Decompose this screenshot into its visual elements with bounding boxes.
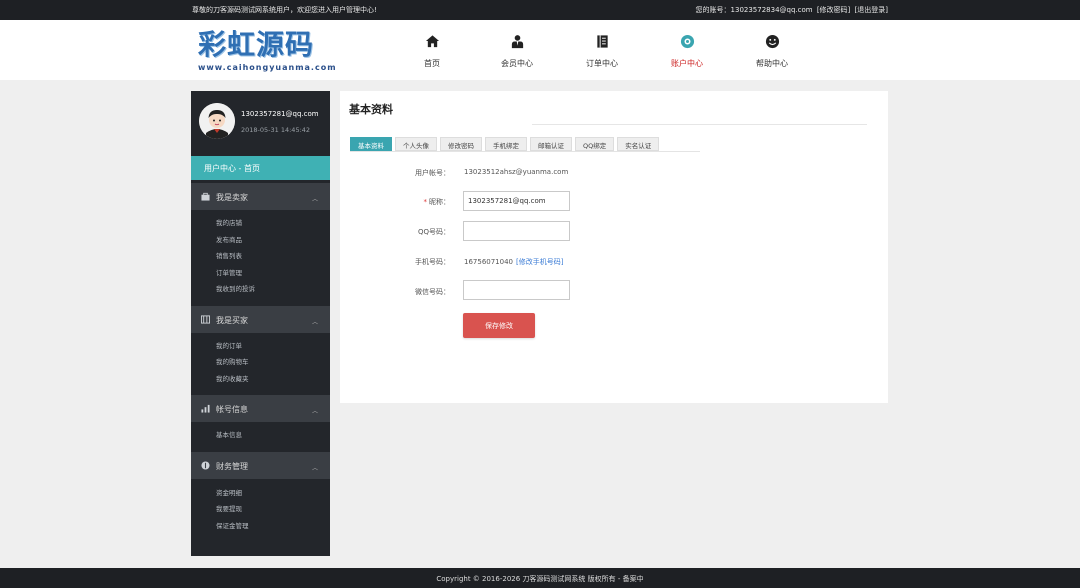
sidebar-item-orders[interactable]: 订单管理 — [216, 267, 330, 284]
nickname-label: * 昵称： — [424, 197, 451, 207]
modify-phone-link[interactable]: [修改手机号码] — [516, 258, 563, 266]
nav-order[interactable]: 订单中心 — [572, 34, 632, 69]
member-icon — [487, 34, 547, 52]
qq-input[interactable] — [463, 221, 570, 241]
chevron-up-icon: ︿ — [311, 318, 318, 326]
sidebar: 1302357281@qq.com 2018-05-31 14:45:42 用户… — [191, 91, 330, 556]
sidebar-section-items: 基本信息 — [191, 422, 330, 452]
logo-url: www.caihongyuanma.com — [198, 63, 337, 72]
sidebar-section-items: 资金明细 我要提现 保证金管理 — [191, 479, 330, 543]
page-title: 基本资料 — [349, 103, 393, 116]
sidebar-item-withdraw[interactable]: 我要提现 — [216, 503, 330, 520]
phone-number: 16756071040 — [464, 258, 513, 266]
chevron-up-icon: ︿ — [311, 464, 318, 472]
chevron-up-icon: ︿ — [311, 408, 318, 415]
site-logo[interactable]: 彩虹源码 www.caihongyuanma.com — [198, 28, 337, 78]
sidebar-section-items: 我的订单 我的购物车 我的收藏夹 — [191, 333, 330, 396]
nickname-input[interactable] — [463, 191, 570, 211]
tab-basic-info[interactable]: 基本资料 — [350, 137, 392, 151]
welcome-text: 尊敬的刀客源码测试网系统用户，欢迎您进入用户管理中心! — [192, 6, 377, 14]
sidebar-item-my-shop[interactable]: 我的店铺 — [216, 217, 330, 234]
nav-order-label: 订单中心 — [586, 59, 618, 68]
sidebar-section-seller[interactable]: 我是卖家 ︿ — [191, 183, 330, 210]
profile-username: 1302357281@qq.com — [241, 110, 319, 118]
nickname-label-text: 昵称： — [429, 198, 450, 206]
tab-qq-bind[interactable]: QQ绑定 — [575, 137, 615, 151]
buyer-icon — [201, 314, 210, 324]
sidebar-section-label: 帐号信息 — [216, 405, 248, 414]
sidebar-section-label: 我是买家 — [216, 315, 248, 325]
sidebar-section-finance[interactable]: 财务管理 ︿ — [191, 451, 330, 479]
sidebar-item-publish[interactable]: 发布商品 — [216, 234, 330, 251]
account-info-icon — [201, 404, 210, 413]
phone-value: 16756071040 [修改手机号码] — [464, 257, 563, 267]
copyright-text: Copyright © 2016-2026 刀客源码测试网系统 版权所有 - 备… — [436, 575, 644, 583]
nav-home[interactable]: 首页 — [402, 34, 462, 69]
sidebar-item-sales[interactable]: 销售列表 — [216, 250, 330, 267]
nav-help[interactable]: 帮助中心 — [742, 34, 802, 69]
divider — [350, 151, 700, 152]
sidebar-item-favorites[interactable]: 我的收藏夹 — [216, 373, 330, 390]
change-password-link[interactable]: [修改密码] — [817, 6, 850, 14]
top-bar: 尊敬的刀客源码测试网系统用户，欢迎您进入用户管理中心! 您的账号：1302357… — [0, 0, 1080, 20]
divider — [532, 124, 867, 125]
sidebar-item-basic-info[interactable]: 基本信息 — [216, 429, 330, 446]
footer: Copyright © 2016-2026 刀客源码测试网系统 版权所有 - 备… — [0, 568, 1080, 588]
avatar[interactable] — [199, 103, 235, 139]
account-label: 您的账号：13023572834@qq.com — [695, 6, 813, 14]
sidebar-item-cart[interactable]: 我的购物车 — [216, 356, 330, 373]
seller-icon — [201, 192, 210, 201]
order-icon — [572, 34, 632, 52]
finance-icon — [201, 460, 210, 470]
nav-account-label: 账户中心 — [671, 59, 703, 68]
account-info: 您的账号：13023572834@qq.com [修改密码] [退出登录] — [694, 5, 888, 15]
sidebar-item-my-orders[interactable]: 我的订单 — [216, 340, 330, 357]
home-icon — [402, 34, 462, 52]
logout-link[interactable]: [退出登录] — [855, 6, 888, 14]
account-icon — [657, 34, 717, 52]
nav-member[interactable]: 会员中心 — [487, 34, 547, 69]
user-profile: 1302357281@qq.com 2018-05-31 14:45:42 — [191, 91, 330, 153]
sidebar-section-account[interactable]: 帐号信息 ︿ — [191, 395, 330, 422]
sidebar-section-buyer[interactable]: 我是买家 ︿ — [191, 305, 330, 333]
nav-account[interactable]: 账户中心 — [657, 34, 717, 69]
sidebar-item-home[interactable]: 用户中心 - 首页 — [191, 156, 330, 180]
sidebar-item-funds[interactable]: 资金明细 — [216, 487, 330, 504]
help-icon — [742, 34, 802, 52]
header: 彩虹源码 www.caihongyuanma.com 首页 会员中心 订单中心 — [0, 20, 1080, 80]
tab-avatar[interactable]: 个人头像 — [395, 137, 437, 151]
sidebar-section-items: 我的店铺 发布商品 销售列表 订单管理 我收到的投诉 — [191, 210, 330, 306]
sidebar-item-deposit[interactable]: 保证金管理 — [216, 520, 330, 537]
profile-login-time: 2018-05-31 14:45:42 — [241, 126, 311, 134]
sidebar-section-label: 我是卖家 — [216, 193, 248, 202]
wechat-input[interactable] — [463, 280, 570, 300]
sidebar-item-complaints[interactable]: 我收到的投诉 — [216, 283, 330, 300]
tab-realname-verify[interactable]: 实名认证 — [617, 137, 660, 151]
nav-home-label: 首页 — [424, 59, 440, 68]
main-panel: 基本资料 基本资料 个人头像 修改密码 手机绑定 邮箱认证 QQ绑定 实名认证 … — [340, 91, 888, 403]
logo-text: 彩虹源码 — [198, 28, 315, 61]
chevron-up-icon: ︿ — [311, 196, 318, 203]
tab-email-verify[interactable]: 邮箱认证 — [530, 137, 572, 151]
tab-change-password[interactable]: 修改密码 — [440, 137, 482, 151]
sidebar-section-label: 财务管理 — [216, 461, 248, 471]
wechat-label: 微信号码： — [415, 288, 450, 296]
nav-member-label: 会员中心 — [501, 59, 533, 68]
qq-label: QQ号码： — [417, 228, 450, 236]
save-button[interactable]: 保存修改 — [463, 313, 535, 338]
tab-bar: 基本资料 个人头像 修改密码 手机绑定 邮箱认证 QQ绑定 实名认证 — [350, 137, 662, 151]
account-label: 用户帐号： — [415, 169, 450, 177]
required-mark: * — [423, 198, 428, 206]
nav-help-label: 帮助中心 — [756, 59, 788, 68]
account-value: 13023512ahsz@yuanma.com — [464, 168, 569, 176]
tab-phone-bind[interactable]: 手机绑定 — [485, 137, 527, 151]
phone-label: 手机号码： — [415, 258, 450, 266]
